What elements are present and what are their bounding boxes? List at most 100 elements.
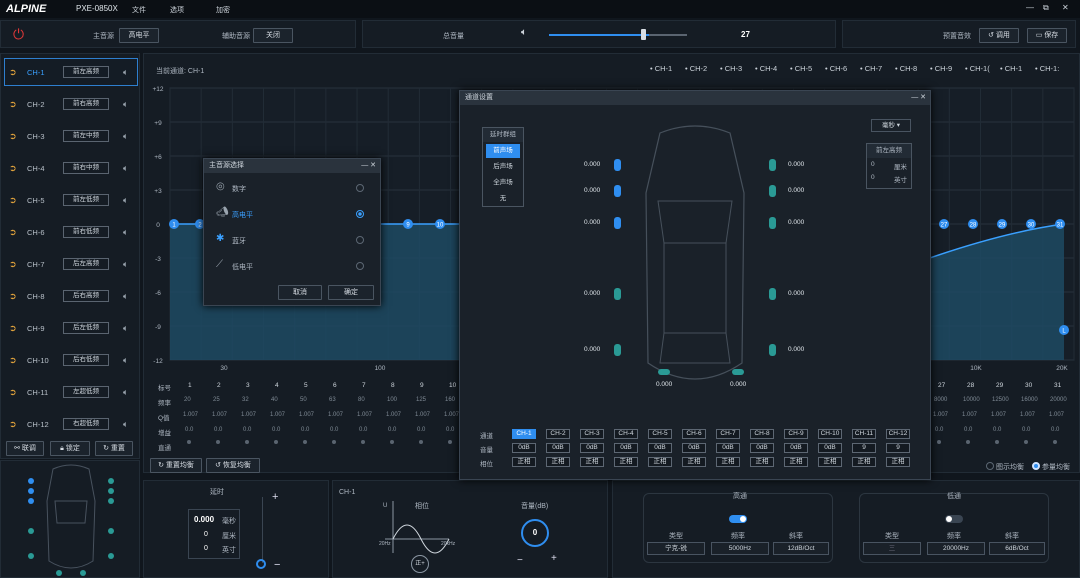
band-q[interactable]: 1.007 [270, 412, 285, 418]
delay-group-option[interactable]: 后声场 [486, 160, 520, 174]
eq-channel-tab[interactable]: • CH-4 [755, 64, 777, 73]
dist-cm[interactable]: 0 [871, 161, 875, 171]
band-gain[interactable]: 0.0 [243, 427, 251, 433]
restore-eq-button[interactable]: ↺ 恢复均衡 [206, 458, 260, 473]
source-option[interactable]: 📣︎ 高电平 [204, 203, 380, 225]
source-radio[interactable] [356, 184, 364, 192]
channel-settings-icon[interactable]: ➲ [9, 163, 19, 174]
hp-freq-input[interactable]: 5000Hz [711, 542, 769, 555]
speaker-mute-icon[interactable]: 🔈︎ [123, 67, 128, 78]
lowpass-toggle[interactable] [945, 515, 963, 523]
band-gain[interactable]: 0.0 [964, 427, 972, 433]
channel-row[interactable]: ➲ CH-8 后右高频 🔈︎ [4, 282, 138, 310]
channel-volume-input[interactable]: 0dB [750, 443, 774, 453]
delay-value[interactable]: 0.000 [788, 161, 804, 168]
bypass-dot[interactable] [303, 440, 307, 444]
speaker-mute-icon[interactable]: 🔈︎ [123, 419, 128, 430]
band-q[interactable]: 1.007 [328, 412, 343, 418]
volume-thumb[interactable] [641, 29, 646, 40]
dialog-close-icon[interactable]: — ✕ [361, 159, 376, 173]
band-gain[interactable]: 0.0 [993, 427, 1001, 433]
band-frequency[interactable]: 32 [242, 397, 249, 403]
source-radio[interactable] [356, 210, 364, 218]
speaker-mute-icon[interactable]: 🔈︎ [123, 99, 128, 110]
band-gain[interactable]: 0.0 [1022, 427, 1030, 433]
dist-in[interactable]: 0 [871, 174, 875, 184]
channel-phase-button[interactable]: 正相 [852, 457, 876, 467]
speaker-icon[interactable] [614, 217, 621, 229]
band-frequency[interactable]: 25 [213, 397, 220, 403]
delay-slider[interactable] [262, 497, 263, 563]
delay-value[interactable]: 0.000 [656, 381, 672, 388]
delay-value[interactable]: 0.000 [788, 290, 804, 297]
bypass-dot[interactable] [187, 440, 191, 444]
band-q[interactable]: 1.007 [212, 412, 227, 418]
band-q[interactable]: 1.007 [1020, 412, 1035, 418]
bypass-dot[interactable] [332, 440, 336, 444]
delay-group-option[interactable]: 全声场 [486, 176, 520, 190]
band-frequency[interactable]: 63 [329, 397, 336, 403]
band-frequency[interactable]: 50 [300, 397, 307, 403]
band-gain[interactable]: 0.0 [301, 427, 309, 433]
band-q[interactable]: 1.007 [357, 412, 372, 418]
delay-value[interactable]: 0.000 [584, 161, 600, 168]
band-q[interactable]: 1.007 [183, 412, 198, 418]
channel-volume-input[interactable]: 0dB [716, 443, 740, 453]
gain-knob[interactable]: 0 [521, 519, 549, 547]
eq-channel-tab[interactable]: • CH-6 [825, 64, 847, 73]
reset-eq-button[interactable]: ↻ 重置均衡 [150, 458, 202, 473]
eq-channel-tab[interactable]: • CH-1 [650, 64, 672, 73]
speaker-icon[interactable] [658, 369, 670, 375]
source-ok-button[interactable]: 确定 [328, 285, 374, 300]
channel-row[interactable]: ➲ CH-5 前左低频 🔈︎ [4, 186, 138, 214]
eq-channel-tab[interactable]: • CH-1: [1035, 64, 1059, 73]
delay-value[interactable]: 0.000 [584, 219, 600, 226]
channel-settings-icon[interactable]: ➲ [9, 259, 19, 270]
band-q[interactable]: 1.007 [991, 412, 1006, 418]
channel-phase-button[interactable]: 正相 [512, 457, 536, 467]
eq-channel-tab[interactable]: • CH-1 [1000, 64, 1022, 73]
band-q[interactable]: 1.007 [1049, 412, 1064, 418]
source-radio[interactable] [356, 262, 364, 270]
delay-minus-button[interactable]: − [274, 559, 280, 571]
delay-value[interactable]: 0.000 [584, 290, 600, 297]
channel-row[interactable]: ➲ CH-12 右超低频 🔈︎ [4, 410, 138, 438]
channel-row[interactable]: ➲ CH-11 左超低频 🔈︎ [4, 378, 138, 406]
delay-value[interactable]: 0.000 [788, 346, 804, 353]
eq-channel-tab[interactable]: • CH-7 [860, 64, 882, 73]
channel-select-button[interactable]: CH-8 [750, 429, 774, 439]
channel-position-label[interactable]: 左超低频 [63, 386, 109, 398]
band-frequency[interactable]: 10000 [963, 397, 980, 403]
channel-position-label[interactable]: 前左高频 [63, 66, 109, 78]
delay-ms-value[interactable]: 0.000 [194, 515, 214, 524]
speaker-icon[interactable] [769, 217, 776, 229]
highpass-toggle[interactable] [729, 515, 747, 523]
speaker-icon[interactable] [614, 344, 621, 356]
bypass-dot[interactable] [937, 440, 941, 444]
speaker-mute-icon[interactable]: 🔈︎ [123, 131, 128, 142]
lp-type-select[interactable]: 三 [863, 542, 921, 555]
lp-slope-select[interactable]: 6dB/Oct [989, 542, 1045, 555]
speaker-mute-icon[interactable]: 🔈︎ [123, 387, 128, 398]
speaker-mute-icon[interactable]: 🔈︎ [123, 259, 128, 270]
speaker-icon[interactable] [614, 159, 621, 171]
channel-phase-button[interactable]: 正相 [546, 457, 570, 467]
band-gain[interactable]: 0.0 [185, 427, 193, 433]
band-frequency[interactable]: 125 [416, 397, 426, 403]
band-q[interactable]: 1.007 [415, 412, 430, 418]
speaker-mute-icon[interactable]: 🔈︎ [123, 291, 128, 302]
close-icon[interactable]: ✕ [1062, 3, 1069, 12]
link-button[interactable]: ⚯ 联调 [6, 441, 44, 456]
channel-volume-input[interactable]: 9 [886, 443, 910, 453]
channel-select-button[interactable]: CH-1 [512, 429, 536, 439]
channel-volume-input[interactable]: 9 [852, 443, 876, 453]
channel-volume-input[interactable]: 0dB [546, 443, 570, 453]
aux-source-button[interactable]: 关闭 [253, 28, 293, 43]
delay-value[interactable]: 0.000 [788, 219, 804, 226]
hp-type-select[interactable]: 宁克-锐 [647, 542, 705, 555]
channel-settings-icon[interactable]: ➲ [9, 227, 19, 238]
restore-icon[interactable]: ⧉ [1043, 3, 1049, 13]
gain-plus-button[interactable]: + [551, 553, 557, 564]
hp-slope-select[interactable]: 12dB/Oct [773, 542, 829, 555]
graphic-eq-radio[interactable]: 图示均衡 [986, 461, 1024, 472]
